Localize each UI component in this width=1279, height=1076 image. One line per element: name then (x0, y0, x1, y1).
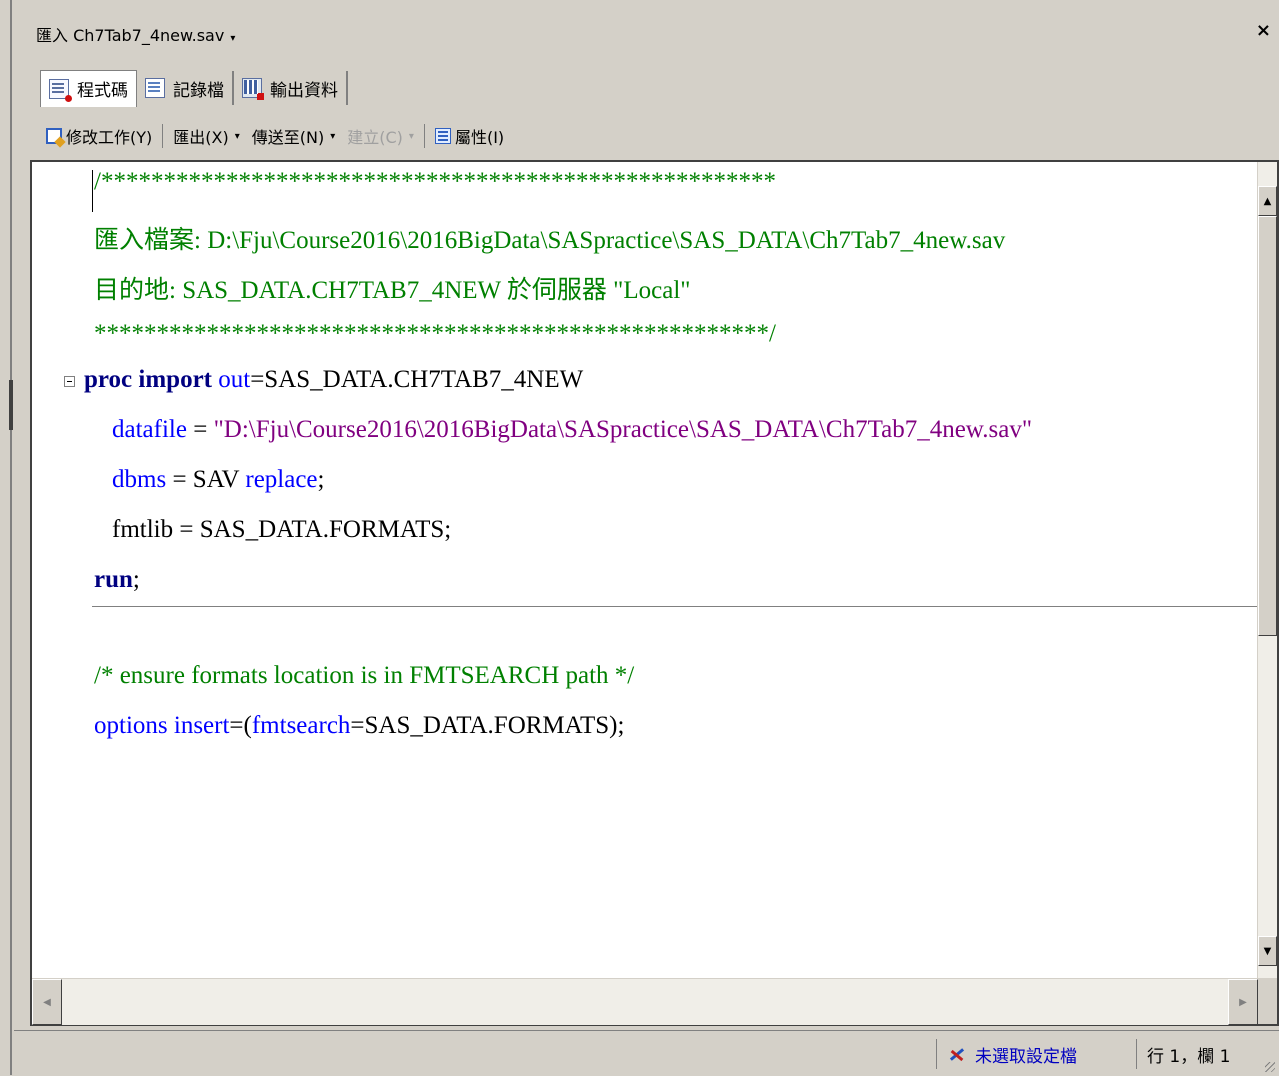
code-line-2: 匯入檔案: D:\Fju\Course2016\2016BigData\SASp… (94, 227, 1006, 254)
profile-status[interactable]: 未選取設定檔 (936, 1039, 1077, 1069)
option: datafile (112, 416, 187, 443)
cursor-position: 行 1，欄 1 (1136, 1039, 1230, 1069)
code-line-4: ****************************************… (94, 320, 776, 347)
code-editor-frame: /***************************************… (30, 160, 1279, 1026)
scroll-left-button[interactable]: ◀ (32, 979, 62, 1025)
properties-button[interactable]: 屬性(I) (429, 121, 510, 151)
scrollbar-corner (1258, 978, 1277, 1024)
modify-task-button[interactable]: 修改工作(Y) (40, 121, 158, 151)
tab-log[interactable]: 記錄檔 (137, 71, 234, 105)
scroll-right-button[interactable]: ▶ (1228, 979, 1258, 1025)
code-line-3: 目的地: SAS_DATA.CH7TAB7_4NEW 於伺服器 "Local" (94, 277, 691, 304)
vertical-scrollbar[interactable]: ▲ ▼ (1257, 162, 1277, 978)
close-button[interactable]: × (1256, 20, 1271, 41)
properties-icon (434, 128, 451, 144)
chevron-down-icon: ▾ (230, 33, 236, 44)
horizontal-scrollbar[interactable]: ◀ ▶ (32, 978, 1258, 1025)
code-line-11: options insert=(fmtsearch=SAS_DATA.FORMA… (94, 712, 624, 740)
tab-label: 記錄檔 (173, 80, 224, 101)
resize-grip-icon[interactable] (1265, 1062, 1275, 1072)
modify-task-label: 修改工作(Y) (66, 128, 153, 147)
left-gutter (0, 0, 14, 1075)
chevron-down-icon: ▾ (408, 130, 414, 142)
code-line-5: proc import out=SAS_DATA.CH7TAB7_4NEW (84, 366, 583, 394)
code-text: ; (317, 466, 325, 493)
keyword: run (94, 566, 133, 593)
code-icon (49, 78, 72, 102)
properties-label: 屬性(I) (454, 128, 505, 147)
import-task-window: 匯入 Ch7Tab7_4new.sav ▾ × 程式碼 記錄檔 輸出資料 修改工作… (14, 0, 1279, 1075)
option: insert (173, 712, 230, 739)
collapse-toggle[interactable] (64, 376, 75, 387)
send-to-label: 傳送至(N) (251, 128, 325, 147)
keyword: options (94, 712, 168, 739)
toolbar-separator (162, 124, 164, 148)
code-text: ; (132, 566, 140, 593)
tab-strip: 程式碼 記錄檔 輸出資料 (40, 69, 348, 107)
step-divider (92, 606, 1258, 607)
code-text: = (186, 416, 214, 443)
modify-task-icon (46, 128, 62, 144)
export-button[interactable]: 匯出(X) ▾ (167, 121, 245, 151)
splitter-handle[interactable] (9, 380, 13, 430)
option: fmtsearch (251, 712, 351, 739)
tab-label: 程式碼 (77, 81, 128, 101)
send-to-button[interactable]: 傳送至(N) ▾ (246, 121, 342, 151)
no-profile-icon (947, 1045, 967, 1063)
code-line-8: fmtlib = SAS_DATA.FORMATS; (112, 516, 452, 543)
scroll-down-button[interactable]: ▼ (1258, 936, 1277, 966)
create-label: 建立(C) (347, 128, 403, 147)
code-line-6: datafile = "D:\Fju\Course2016\2016BigDat… (112, 416, 1032, 444)
code-text: = SAV (166, 466, 246, 493)
create-button[interactable]: 建立(C) ▾ (341, 121, 420, 151)
code-line-9: run; (94, 566, 140, 594)
code-text: =SAS_DATA.FORMATS); (350, 712, 625, 739)
keyword: proc import (84, 366, 212, 393)
text-cursor (92, 170, 93, 212)
option: out (218, 366, 251, 393)
code-editor[interactable]: /***************************************… (32, 162, 1258, 978)
export-label: 匯出(X) (173, 128, 229, 147)
output-data-icon (242, 78, 264, 100)
toolbar-separator (423, 124, 425, 148)
tab-output-data[interactable]: 輸出資料 (234, 71, 348, 105)
splitter-line (10, 0, 12, 1075)
window-title-dropdown[interactable]: 匯入 Ch7Tab7_4new.sav ▾ (36, 22, 235, 46)
toolbar: 修改工作(Y) 匯出(X) ▾ 傳送至(N) ▾ 建立(C) ▾ 屬性(I) (40, 118, 510, 154)
code-line-1: /***************************************… (94, 168, 776, 195)
tab-label: 輸出資料 (270, 80, 338, 101)
scroll-up-button[interactable]: ▲ (1258, 186, 1277, 216)
vertical-scroll-thumb[interactable] (1258, 216, 1277, 636)
window-title: 匯入 Ch7Tab7_4new.sav (36, 26, 225, 45)
title-bar: 匯入 Ch7Tab7_4new.sav ▾ × (14, 0, 1279, 62)
option: dbms (112, 466, 167, 493)
string-literal: "D:\Fju\Course2016\2016BigData\SASpracti… (213, 416, 1033, 443)
chevron-down-icon: ▾ (234, 130, 240, 142)
code-line-10: /* ensure formats location is in FMTSEAR… (94, 662, 635, 689)
code-text: =( (229, 712, 252, 739)
code-text: =SAS_DATA.CH7TAB7_4NEW (250, 366, 584, 393)
chevron-down-icon: ▾ (330, 130, 336, 142)
tab-code[interactable]: 程式碼 (40, 69, 137, 107)
profile-status-label: 未選取設定檔 (975, 1046, 1077, 1067)
option: replace (245, 466, 318, 493)
code-line-7: dbms = SAV replace; (112, 466, 324, 494)
status-bar: 未選取設定檔 行 1，欄 1 (14, 1030, 1279, 1076)
log-icon (145, 78, 165, 98)
